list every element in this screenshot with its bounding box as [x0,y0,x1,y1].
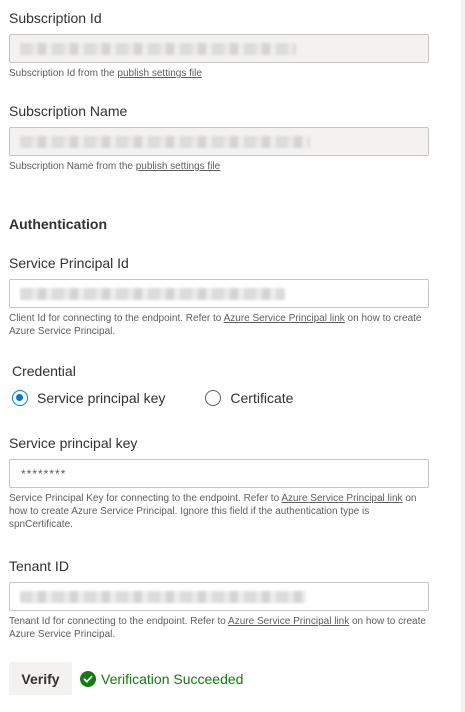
redacted-value [20,43,296,55]
tenant-id-label: Tenant ID [9,558,69,574]
help-text: Service Principal Key for connecting to … [9,493,282,504]
redacted-value [20,136,310,148]
service-principal-key-help: Service Principal Key for connecting to … [9,492,433,531]
subscription-id-help: Subscription Id from the publish setting… [9,67,433,80]
service-principal-key-label: Service principal key [9,435,138,451]
help-text: Subscription Name from the [9,161,136,172]
radio-label: Service principal key [37,390,166,406]
credential-label: Credential [12,363,76,379]
subscription-name-label: Subscription Name [9,103,128,119]
service-principal-key-field[interactable]: ******** [9,459,429,488]
subscription-id-field[interactable] [9,34,429,63]
radio-unselected-icon[interactable] [205,390,222,406]
radio-certificate[interactable]: Certificate [205,390,293,406]
publish-settings-link[interactable]: publish settings file [136,161,221,172]
service-principal-id-field[interactable] [9,279,429,308]
tenant-id-field[interactable] [9,582,429,611]
help-text: Tenant Id for connecting to the endpoint… [9,616,229,627]
service-principal-id-label: Service Principal Id [9,255,129,271]
service-principal-id-help: Client Id for connecting to the endpoint… [9,312,433,338]
authentication-heading: Authentication [9,216,107,232]
azure-service-principal-link[interactable]: Azure Service Principal link [228,616,349,627]
tenant-id-help: Tenant Id for connecting to the endpoint… [9,615,433,641]
subscription-name-help: Subscription Name from the publish setti… [9,160,433,173]
publish-settings-link[interactable]: publish settings file [117,68,202,79]
status-text: Verification Succeeded [101,671,244,687]
help-text: Client Id for connecting to the endpoint… [9,313,224,324]
help-text: Subscription Id from the [9,68,118,79]
verify-button[interactable]: Verify [9,662,72,695]
password-value: ******** [21,467,67,481]
subscription-id-label: Subscription Id [9,10,102,26]
azure-service-principal-link[interactable]: Azure Service Principal link [224,313,345,324]
radio-label: Certificate [230,390,294,406]
radio-selected-icon[interactable] [12,390,28,406]
redacted-value [20,288,285,300]
verification-status: Verification Succeeded [80,671,243,687]
scrollbar-track[interactable] [461,0,465,712]
checkmark-circle-icon [80,671,96,687]
azure-service-principal-link[interactable]: Azure Service Principal link [281,493,402,504]
radio-service-principal-key[interactable]: Service principal key [12,390,165,406]
redacted-value [20,591,306,603]
credential-radio-group: Service principal key Certificate [12,390,333,406]
subscription-name-field[interactable] [9,127,429,156]
